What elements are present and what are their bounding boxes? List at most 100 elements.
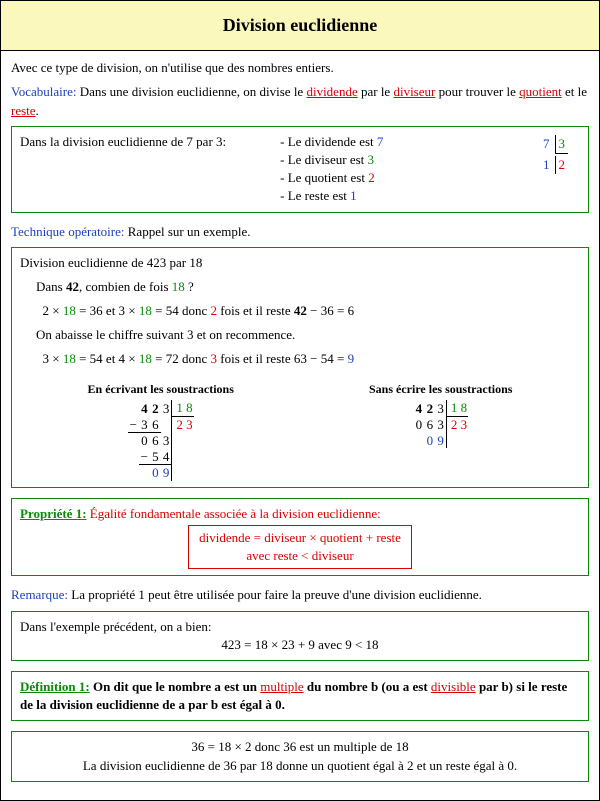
h-with-sub: En écrivant les soustractions — [88, 381, 234, 398]
vocab-label: Vocabulaire: — [11, 84, 76, 99]
t: = 54 donc — [152, 303, 211, 318]
b2: 6 — [424, 417, 435, 433]
box1-text: Dans la division euclidienne de 7 par 3:… — [20, 133, 538, 206]
t: On dit que le nombre a est un — [90, 679, 261, 694]
b42: 42 — [294, 303, 307, 318]
t: Dans une division euclidienne, on divise… — [76, 84, 306, 99]
box-example-multiple: 36 = 18 × 2 donc 36 est un multiple de 1… — [11, 731, 589, 781]
li-diviseur: - Le diviseur est 3 — [280, 151, 383, 169]
t: = 54 et 4 × — [76, 351, 139, 366]
b1: 0 — [139, 433, 150, 449]
technique-line: Technique opératoire: Rappel sur un exem… — [11, 223, 589, 241]
d2: 2 — [427, 401, 434, 416]
abaisse: On abaisse le chiffre suivant 3 et on re… — [20, 326, 580, 344]
r1: 0 — [150, 465, 161, 481]
term-dividende: dividende — [306, 84, 357, 99]
b1: 0 — [413, 417, 424, 433]
intro-text: Avec ce type de division, on n'utilise q… — [11, 59, 589, 77]
box3-eq: 423 = 18 × 23 + 9 avec 9 < 18 — [20, 636, 580, 654]
box5-l2: La division euclidienne de 36 par 18 don… — [20, 757, 580, 775]
remarque-line: Remarque: La propriété 1 peut être utili… — [11, 586, 589, 604]
page-frame: Division euclidienne Avec ce type de div… — [0, 0, 600, 801]
t: 2 × — [43, 303, 63, 318]
page-title: Division euclidienne — [1, 1, 599, 51]
content-area: Avec ce type de division, on n'utilise q… — [1, 51, 599, 800]
two-longdiv-columns: En écrivant les soustractions 4 2 3 1 8 … — [20, 375, 580, 481]
val: 7 — [377, 134, 384, 149]
t: ? — [185, 279, 194, 294]
divisor: 1 8 — [446, 400, 468, 416]
g: 18 — [139, 303, 152, 318]
box1-lead: Dans la division euclidienne de 7 par 3: — [20, 133, 242, 206]
col-with-sub: En écrivant les soustractions 4 2 3 1 8 … — [88, 375, 234, 481]
b9: 9 — [348, 351, 355, 366]
longdiv-without-sub: 4 2 3 1 8 0 6 3 2 3 0 — [413, 400, 468, 448]
t: Rappel sur un exemple. — [125, 224, 251, 239]
d2: 2 — [152, 401, 159, 416]
d3: 3 — [435, 400, 446, 416]
vocabulary-line: Vocabulaire: Dans une division euclidien… — [11, 83, 589, 119]
val: 3 — [368, 152, 375, 167]
q1: Dans 42, combien de fois 18 ? — [20, 278, 580, 296]
term-quotient: quotient — [519, 84, 562, 99]
prop-label: Propriété 1: — [20, 506, 87, 521]
def-label: Définition 1: — [20, 679, 90, 694]
box-property-1: Propriété 1: Égalité fondamentale associ… — [11, 498, 589, 577]
t: fois et il reste — [217, 303, 294, 318]
mini-q: 2 — [555, 156, 569, 174]
g: 18 — [63, 351, 76, 366]
longdiv-with-sub: 4 2 3 1 8 − 3 6 2 3 — [128, 400, 194, 480]
t: − 36 = 6 — [307, 303, 354, 318]
box-example-7-3: Dans la division euclidienne de 7 par 3:… — [11, 126, 589, 213]
t: fois et il reste 63 − 54 = — [217, 351, 348, 366]
mini-division: 7 3 1 2 — [538, 133, 570, 176]
d3: 3 — [161, 400, 172, 416]
r1: 0 — [424, 433, 435, 449]
quotient: 2 3 — [172, 417, 194, 433]
divisor: 1 8 — [172, 400, 194, 416]
box-example-proof: Dans l'exemple précédent, on a bien: 423… — [11, 611, 589, 661]
t: . — [36, 103, 39, 118]
t: 3 × — [43, 351, 63, 366]
b3: 3 — [435, 417, 446, 433]
t: - Le reste est — [280, 188, 350, 203]
r2: 9 — [435, 433, 446, 449]
prop-line: Propriété 1: Égalité fondamentale associ… — [20, 505, 580, 523]
t: et le — [562, 84, 587, 99]
g18: 18 — [172, 279, 185, 294]
term-diviseur: diviseur — [393, 84, 435, 99]
t: - Le diviseur est — [280, 152, 367, 167]
li-quotient: - Le quotient est 2 — [280, 169, 383, 187]
prop-eq2: avec reste < diviseur — [199, 547, 401, 565]
mini-b: 3 — [555, 135, 569, 154]
mini-r: 1 — [540, 156, 553, 174]
val: 1 — [350, 188, 357, 203]
t: - Le dividende est — [280, 134, 377, 149]
prop-text-red: Égalité fondamentale associée à la divis… — [87, 506, 381, 521]
t: par le — [358, 84, 394, 99]
term-reste: reste — [11, 103, 36, 118]
d1: 4 — [416, 401, 423, 416]
g: 18 — [139, 351, 152, 366]
remarque-label: Remarque: — [11, 587, 68, 602]
col-without-sub: Sans écrire les soustractions 4 2 3 1 8 … — [369, 375, 512, 481]
g: 18 — [63, 303, 76, 318]
box3-lead: Dans l'exemple précédent, on a bien: — [20, 618, 580, 636]
worked-head: Division euclidienne de 423 par 18 — [20, 254, 580, 272]
prop-eq1: dividende = diviseur × quotient + reste — [199, 529, 401, 547]
line-2x18: 2 × 18 = 36 et 3 × 18 = 54 donc 2 fois e… — [20, 302, 580, 320]
s1a: 3 — [139, 417, 150, 433]
li-dividende: - Le dividende est 7 — [280, 133, 383, 151]
box-worked-example: Division euclidienne de 423 par 18 Dans … — [11, 247, 589, 488]
h-without-sub: Sans écrire les soustractions — [369, 381, 512, 398]
bold-42: 42 — [66, 279, 79, 294]
mini-a: 7 — [540, 135, 553, 154]
s2a: 5 — [150, 449, 161, 465]
r2: 9 — [161, 465, 172, 481]
quotient: 2 3 — [446, 417, 468, 433]
val: 2 — [368, 170, 375, 185]
t: La propriété 1 peut être utilisée pour f… — [68, 587, 482, 602]
line-3x18: 3 × 18 = 54 et 4 × 18 = 72 donc 3 fois e… — [20, 350, 580, 368]
li-reste: - Le reste est 1 — [280, 187, 383, 205]
t: pour trouver le — [435, 84, 519, 99]
